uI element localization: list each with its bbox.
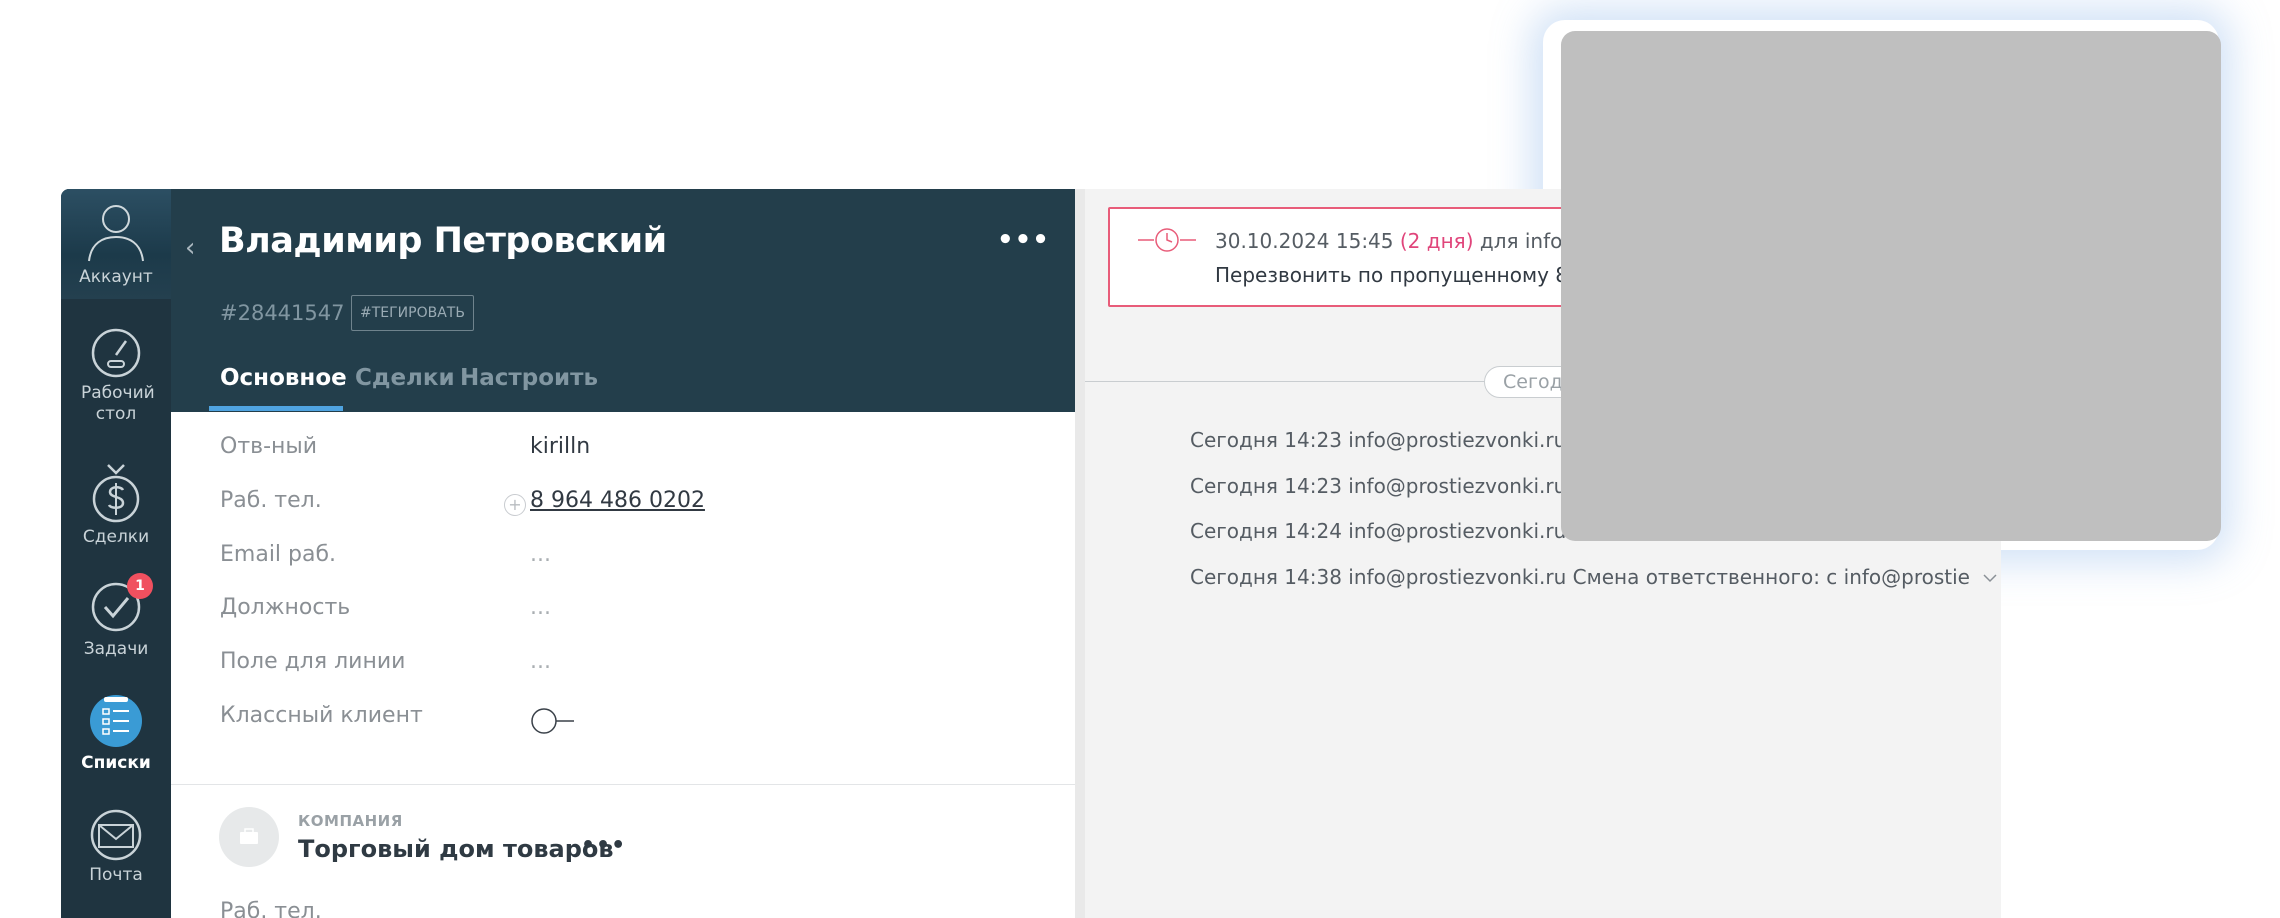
company-section-label: КОМПАНИЯ <box>298 812 403 830</box>
left-sidebar: Аккаунт Рабочий стол Сделки 1 Задачи Спи… <box>61 189 171 918</box>
feed-event: Сегодня 14:23 info@prostiezvonki.ru <box>1190 474 1567 498</box>
sidebar-item-dashboard[interactable]: Рабочий стол <box>61 327 171 425</box>
feed-event-responsible-change[interactable]: Сегодня 14:38 info@prostiezvonki.ru Смен… <box>1190 565 1998 589</box>
section-divider <box>171 784 1075 785</box>
tab-deals[interactable]: Сделки <box>355 365 455 391</box>
position-field[interactable]: ... <box>530 595 551 620</box>
user-icon <box>88 205 144 262</box>
chevron-down-icon[interactable] <box>1982 572 1998 584</box>
field-label: Классный клиент <box>220 703 423 728</box>
company-field-label: Раб. тел. <box>220 899 322 918</box>
field-label: Отв-ный <box>220 434 318 459</box>
field-position: Должность ... <box>220 595 1040 635</box>
more-menu-button[interactable]: ••• <box>997 225 1050 255</box>
company-name[interactable]: Торговый дом товаров <box>298 835 614 863</box>
sidebar-item-mail[interactable]: Почта <box>61 809 171 886</box>
sidebar-label-account: Аккаунт <box>79 267 153 287</box>
email-field[interactable]: ... <box>530 542 551 567</box>
tab-settings[interactable]: Настроить <box>460 365 598 391</box>
field-label: Раб. тел. <box>220 488 322 513</box>
field-responsible: Отв-ный kirilln <box>220 434 1040 474</box>
company-more-button[interactable]: ••• <box>581 833 626 858</box>
contact-name: Владимир Петровский <box>219 221 667 261</box>
field-label: Поле для линии <box>220 649 406 674</box>
tab-main[interactable]: Основное <box>220 365 347 391</box>
active-tab-indicator <box>209 406 343 411</box>
contact-id: #28441547 <box>220 301 345 325</box>
contact-header: ‹ Владимир Петровский ••• #28441547 #ТЕГ… <box>171 189 1075 412</box>
field-label: Должность <box>220 595 351 620</box>
feed-event: Сегодня 14:23 info@prostiezvonki.ru <box>1190 428 1567 452</box>
list-icon <box>90 695 142 747</box>
task-text: Перезвонить по пропущенному 8777 <box>1215 263 1588 287</box>
phone-link[interactable]: 8 964 486 0202 <box>530 488 705 513</box>
field-vip-client: Классный клиент <box>220 703 1040 743</box>
sidebar-label-lists: Списки <box>81 753 151 773</box>
back-chevron-icon[interactable]: ‹ <box>185 233 195 263</box>
responsible-value[interactable]: kirilln <box>530 434 590 459</box>
field-work-email: Email раб. ... <box>220 542 1040 582</box>
briefcase-icon <box>240 828 258 844</box>
sidebar-label-dashboard: Рабочий стол <box>81 383 155 424</box>
clock-icon <box>1138 228 1196 252</box>
sidebar-label-deals: Сделки <box>82 527 150 547</box>
mail-icon <box>90 809 142 861</box>
sidebar-label-mail: Почта <box>89 865 143 885</box>
line-field[interactable]: ... <box>530 649 551 674</box>
task-meta: 30.10.2024 15:45 (2 дня) для info@p <box>1215 229 1586 253</box>
dollar-icon <box>92 464 140 523</box>
event-text: Сегодня 14:38 info@prostiezvonki.ru Смен… <box>1190 565 1970 589</box>
sidebar-label-tasks: Задачи <box>83 639 149 659</box>
dashboard-icon <box>91 328 141 378</box>
sidebar-item-lists[interactable]: Списки <box>61 689 171 774</box>
sidebar-item-deals[interactable]: Сделки <box>61 461 171 548</box>
vip-client-toggle[interactable] <box>530 707 576 735</box>
task-card[interactable]: 30.10.2024 15:45 (2 дня) для info@p Пере… <box>1108 207 1588 307</box>
feed-divider <box>1075 189 1085 918</box>
task-datetime: 30.10.2024 15:45 <box>1215 229 1394 253</box>
add-phone-icon[interactable]: + <box>504 494 526 516</box>
field-work-phone: Раб. тел. + 8 964 486 0202 <box>220 488 1040 528</box>
feed-event: Сегодня 14:24 info@prostiezvonki.ru <box>1190 519 1567 543</box>
field-label: Email раб. <box>220 542 337 567</box>
tasks-badge: 1 <box>127 573 153 599</box>
sidebar-item-account[interactable]: Аккаунт <box>61 189 171 299</box>
task-due: (2 дня) <box>1399 229 1474 253</box>
contact-card: ‹ Владимир Петровский ••• #28441547 #ТЕГ… <box>171 189 1075 918</box>
tag-button[interactable]: #ТЕГИРОВАТЬ <box>351 295 474 331</box>
tasks-icon-wrap: 1 <box>61 573 171 635</box>
account-wrap: Аккаунт <box>61 199 171 288</box>
sidebar-item-tasks[interactable]: 1 Задачи <box>61 573 171 660</box>
popup-overlay <box>1561 31 2221 541</box>
company-avatar <box>219 807 279 867</box>
field-line: Поле для линии ... <box>220 649 1040 689</box>
